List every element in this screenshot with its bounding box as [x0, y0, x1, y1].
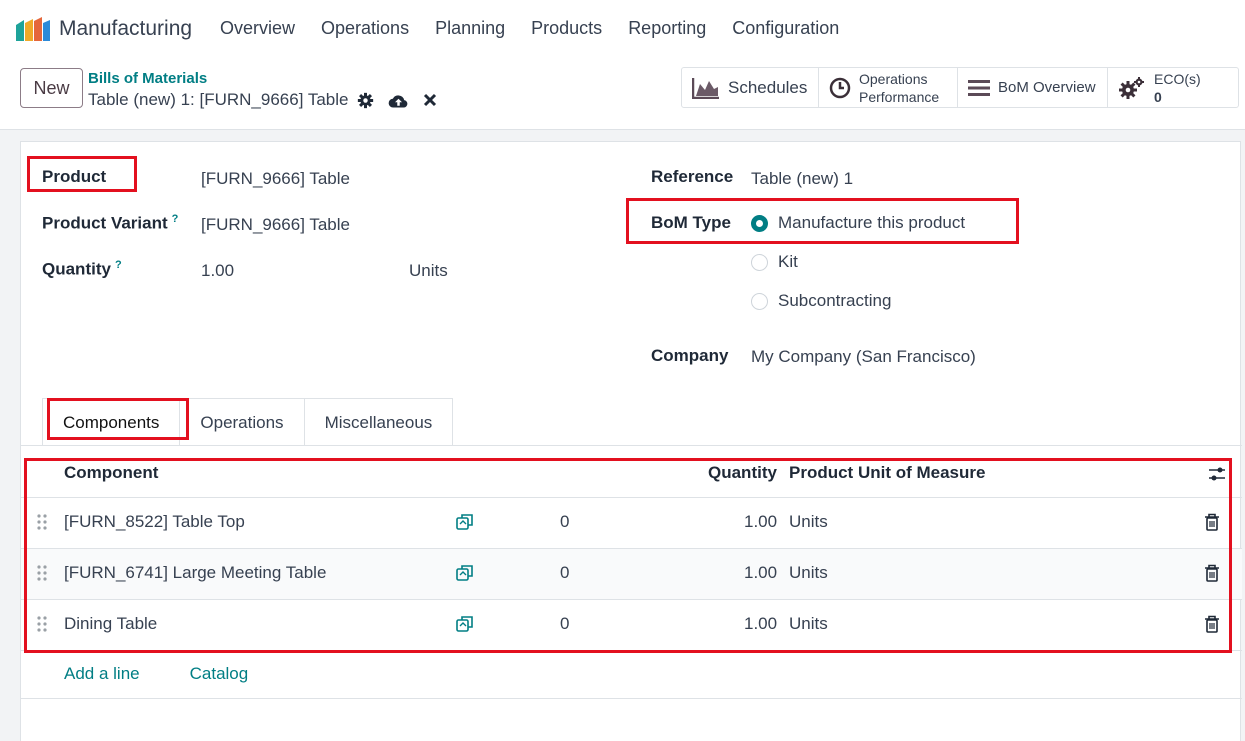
menu-products[interactable]: Products	[531, 18, 602, 39]
gear-icon[interactable]	[357, 92, 374, 109]
app-name[interactable]: Manufacturing	[59, 17, 192, 41]
quantity-label: Quantity?	[42, 259, 122, 280]
drag-handle-icon[interactable]	[37, 514, 47, 530]
bom-overview-button[interactable]: BoM Overview	[958, 68, 1108, 107]
tab-miscellaneous[interactable]: Miscellaneous	[304, 398, 454, 446]
row-component[interactable]: Dining Table	[64, 614, 157, 634]
notebook-tabs: Components Operations Miscellaneous	[42, 398, 454, 446]
breadcrumb[interactable]: Bills of Materials	[88, 70, 207, 87]
row-quantity[interactable]: 1.00	[744, 563, 777, 583]
clock-icon	[829, 77, 851, 98]
optional-columns-icon[interactable]	[1207, 464, 1227, 484]
row-quantity[interactable]: 1.00	[744, 614, 777, 634]
table-row[interactable]: Dining Table 0 1.00 Units	[21, 600, 1242, 651]
tab-divider	[21, 445, 1242, 446]
operations-performance-label: Operations Performance	[859, 70, 939, 106]
area-chart-icon	[692, 77, 719, 99]
table-row[interactable]: [FURN_8522] Table Top 0 1.00 Units	[21, 498, 1242, 549]
list-icon	[968, 79, 990, 96]
col-component[interactable]: Component	[64, 463, 158, 483]
copy-icon[interactable]	[456, 513, 474, 531]
trash-icon[interactable]	[1204, 513, 1220, 531]
control-panel: New Bills of Materials Table (new) 1: [F…	[0, 58, 1245, 130]
trash-icon[interactable]	[1204, 564, 1220, 582]
main-menu: Overview Operations Planning Products Re…	[220, 18, 865, 39]
eco-label: ECO(s) 0	[1154, 70, 1201, 106]
operations-performance-button[interactable]: Operations Performance	[819, 68, 958, 107]
row-count: 0	[560, 512, 570, 531]
row-uom[interactable]: Units	[789, 614, 828, 634]
tab-operations[interactable]: Operations	[180, 398, 305, 446]
company-label: Company	[651, 346, 729, 365]
radio-unchecked-icon	[751, 253, 768, 271]
copy-icon[interactable]	[456, 615, 474, 633]
menu-configuration[interactable]: Configuration	[732, 18, 839, 39]
eco-count: 0	[1154, 88, 1162, 105]
schedules-label: Schedules	[728, 77, 808, 97]
product-variant-field[interactable]: [FURN_9666] Table	[201, 215, 350, 235]
bom-type-manufacture-label: Manufacture this product	[778, 213, 966, 232]
reference-label: Reference	[651, 167, 734, 186]
smart-buttons: Schedules Operations Performance BoM Ove…	[681, 67, 1239, 108]
table-actions: Add a line Catalog	[64, 664, 248, 684]
drag-handle-icon[interactable]	[37, 565, 47, 581]
eco-button[interactable]: ECO(s) 0	[1108, 68, 1238, 107]
cogs-icon	[1119, 76, 1144, 99]
manufacturing-app-icon[interactable]	[16, 17, 50, 41]
col-quantity[interactable]: Quantity	[708, 463, 777, 483]
discard-icon[interactable]	[423, 93, 437, 107]
product-variant-label: Product Variant?	[42, 213, 178, 234]
bom-type-label: BoM Type	[651, 213, 731, 232]
row-count: 0	[560, 614, 570, 633]
eco-text: ECO(s)	[1154, 70, 1201, 87]
menu-planning[interactable]: Planning	[435, 18, 505, 39]
menu-operations[interactable]: Operations	[321, 18, 409, 39]
table-header: Component Quantity Product Unit of Measu…	[21, 458, 1242, 498]
top-navbar: Manufacturing Overview Operations Planni…	[0, 0, 1245, 58]
row-quantity[interactable]: 1.00	[744, 512, 777, 532]
quantity-text: Quantity	[42, 259, 111, 279]
quantity-field[interactable]: 1.00	[201, 261, 234, 281]
help-tooltip-icon[interactable]: ?	[115, 259, 122, 271]
tab-components[interactable]: Components	[42, 398, 181, 446]
quantity-uom-field[interactable]: Units	[409, 261, 448, 281]
schedules-button[interactable]: Schedules	[682, 68, 819, 107]
menu-reporting[interactable]: Reporting	[628, 18, 706, 39]
record-title-row: Table (new) 1: [FURN_9666] Table	[88, 90, 437, 110]
radio-unchecked-icon	[751, 292, 768, 310]
help-tooltip-icon[interactable]: ?	[172, 213, 179, 225]
record-title: Table (new) 1: [FURN_9666] Table	[88, 90, 349, 109]
row-uom[interactable]: Units	[789, 512, 828, 532]
radio-checked-icon	[751, 214, 768, 232]
ops-perf-line2: Performance	[859, 88, 940, 105]
footer-divider	[21, 698, 1242, 699]
table-row[interactable]: [FURN_6741] Large Meeting Table 0 1.00 U…	[21, 549, 1242, 600]
add-line-link[interactable]: Add a line	[64, 664, 140, 684]
ops-perf-line1: Operations	[859, 70, 928, 87]
product-label: Product	[42, 167, 107, 186]
new-button[interactable]: New	[20, 68, 83, 108]
bom-type-manufacture-radio[interactable]: Manufacture this product	[751, 213, 965, 233]
bom-type-subcontracting-label: Subcontracting	[778, 291, 892, 310]
cloud-upload-icon[interactable]	[388, 92, 409, 109]
product-field[interactable]: [FURN_9666] Table	[201, 169, 350, 189]
drag-handle-icon[interactable]	[37, 616, 47, 632]
form-sheet: Product [FURN_9666] Table Product Varian…	[20, 141, 1242, 741]
row-component[interactable]: [FURN_8522] Table Top	[64, 512, 245, 532]
reference-field[interactable]: Table (new) 1	[751, 169, 853, 189]
product-variant-text: Product Variant	[42, 213, 168, 233]
row-uom[interactable]: Units	[789, 563, 828, 583]
bom-type-subcontracting-radio[interactable]: Subcontracting	[751, 291, 891, 311]
bom-type-kit-radio[interactable]: Kit	[751, 252, 798, 272]
bom-type-kit-label: Kit	[778, 252, 798, 271]
copy-icon[interactable]	[456, 564, 474, 582]
row-count: 0	[560, 563, 570, 582]
menu-overview[interactable]: Overview	[220, 18, 295, 39]
company-field[interactable]: My Company (San Francisco)	[751, 347, 976, 367]
col-uom[interactable]: Product Unit of Measure	[789, 463, 985, 483]
catalog-link[interactable]: Catalog	[190, 664, 249, 684]
row-component[interactable]: [FURN_6741] Large Meeting Table	[64, 563, 326, 583]
bom-overview-label: BoM Overview	[998, 78, 1096, 96]
trash-icon[interactable]	[1204, 615, 1220, 633]
